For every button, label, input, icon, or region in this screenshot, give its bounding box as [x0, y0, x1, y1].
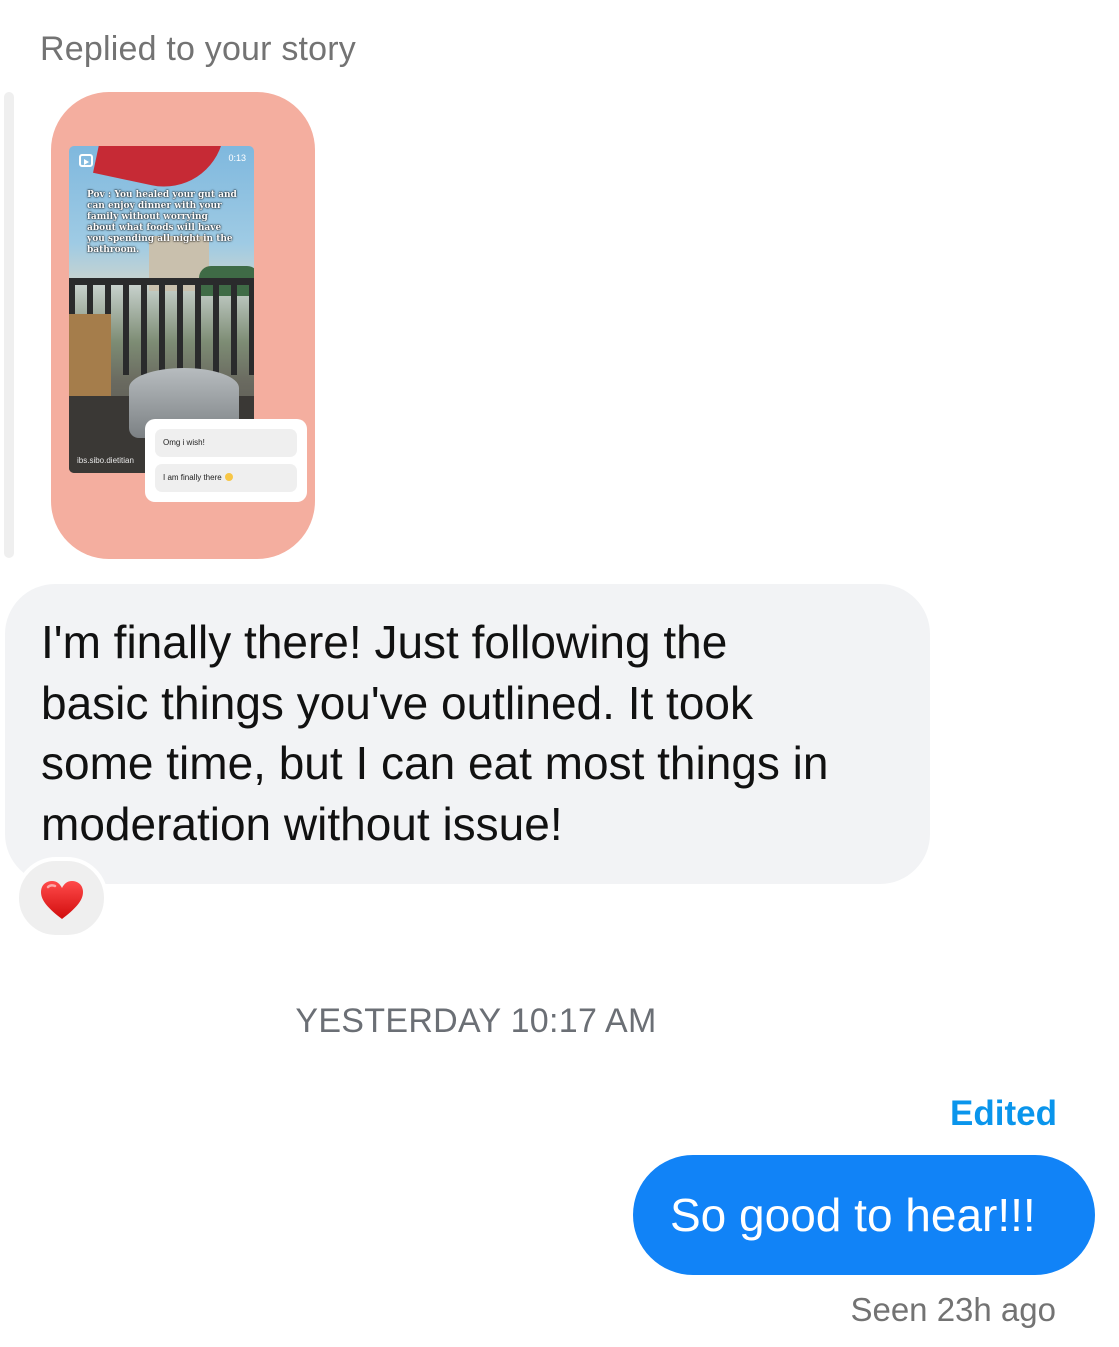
outgoing-message-bubble[interactable]: So good to hear!!! [633, 1155, 1095, 1275]
poll-option: I am finally there [155, 464, 297, 492]
outgoing-message-text: So good to hear!!! [670, 1189, 1036, 1241]
reel-icon [79, 154, 93, 167]
poll-option: Omg i wish! [155, 429, 297, 457]
poll-option-label: I am finally there [163, 473, 222, 482]
story-poll-card: Omg i wish! I am finally there [145, 419, 307, 502]
poll-option-label: Omg i wish! [163, 438, 205, 447]
grinning-face-icon [224, 473, 233, 481]
message-reaction[interactable] [15, 857, 108, 939]
edited-label[interactable]: Edited [950, 1094, 1057, 1134]
incoming-message-text: I'm finally there! Just following the ba… [41, 616, 829, 850]
conversation-timestamp: YESTERDAY 10:17 AM [295, 1002, 657, 1040]
story-time: 0:13 [228, 153, 246, 163]
seen-status: Seen 23h ago [850, 1291, 1056, 1328]
story-username: ibs.sibo.dietitian [77, 456, 134, 465]
story-reply-label: Replied to your story [40, 30, 357, 68]
story-preview-card[interactable]: 0:13 Pov : You healed your gut and can e… [51, 92, 315, 559]
reply-indicator-bar [4, 92, 14, 558]
story-caption: Pov : You healed your gut and can enjoy … [87, 190, 237, 255]
incoming-message-bubble[interactable]: I'm finally there! Just following the ba… [5, 584, 930, 884]
red-heart-icon [41, 881, 83, 919]
